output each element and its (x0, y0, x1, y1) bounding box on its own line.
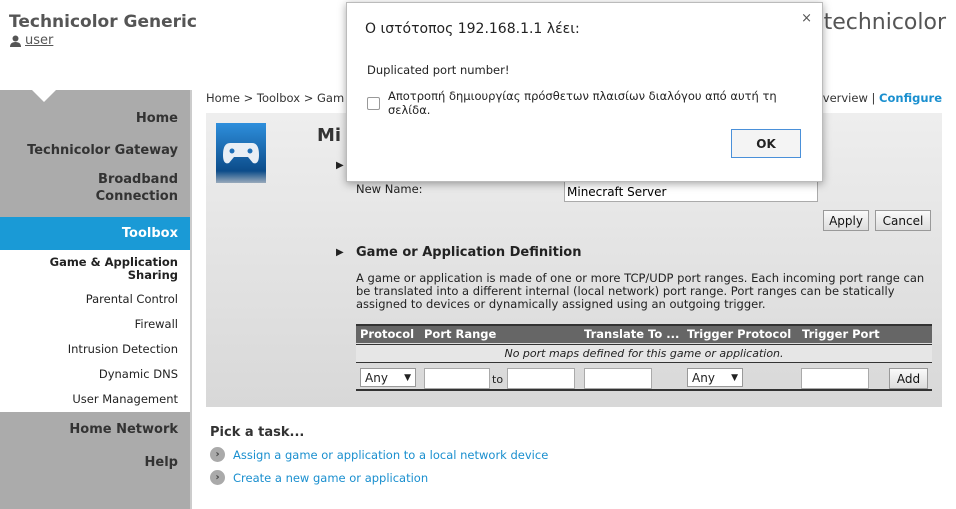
port-map-table: Protocol Port Range Translate To ... Tri… (356, 324, 932, 391)
to-label: to (492, 373, 504, 386)
translate-to-input[interactable] (584, 368, 652, 389)
ok-button[interactable]: OK (731, 129, 801, 158)
trigger-port-input[interactable] (801, 368, 869, 389)
expand-arrow-icon[interactable]: ▶ (336, 160, 344, 171)
task-create[interactable]: › Create a new game or application (210, 470, 428, 485)
dropdown-arrow-icon: ▼ (731, 372, 738, 383)
add-button[interactable]: Add (889, 368, 928, 389)
sidebar-item-technicolor-gateway[interactable]: Technicolor Gateway (0, 135, 190, 165)
checkbox-label: Αποτροπή δημιουργίας πρόσθετων πλαισίων … (387, 89, 777, 117)
dialog-message: Duplicated port number! (367, 63, 510, 77)
user-link[interactable]: user (10, 33, 53, 48)
protocol-value: Any (365, 370, 388, 385)
username[interactable]: user (25, 33, 53, 48)
divider (190, 90, 192, 509)
port-range-start-input[interactable] (424, 368, 490, 389)
port-range-end-input[interactable] (507, 368, 575, 389)
col-trigger-protocol: Trigger Protocol (687, 327, 792, 341)
sidebar-item-help[interactable]: Help (0, 445, 190, 478)
section-arrow-icon: ▶ (336, 247, 344, 258)
sidebar-subitem-game-sharing[interactable]: Game & Application Sharing (0, 250, 190, 287)
protocol-select[interactable]: Any ▼ (360, 368, 416, 387)
trigger-protocol-select[interactable]: Any ▼ (687, 368, 743, 387)
sidebar: Home Technicolor Gateway Broadband Conne… (0, 90, 190, 509)
section-description: A game or application is made of one or … (356, 271, 925, 311)
col-port-range: Port Range (424, 327, 497, 341)
dropdown-arrow-icon: ▼ (404, 372, 411, 383)
cancel-button[interactable]: Cancel (875, 210, 931, 231)
sidebar-subitem-firewall[interactable]: Firewall (0, 312, 190, 337)
user-icon (10, 35, 21, 47)
close-icon[interactable]: × (801, 11, 812, 26)
overview-link[interactable]: verview (823, 91, 868, 105)
sidebar-item-broadband[interactable]: Broadband Connection (0, 165, 190, 217)
new-name-input[interactable] (564, 181, 818, 202)
chevron-right-icon: › (210, 447, 225, 462)
table-header: Protocol Port Range Translate To ... Tri… (356, 326, 932, 343)
separator: | (871, 91, 876, 105)
breadcrumb[interactable]: Home > Toolbox > Gam (206, 91, 344, 105)
new-name-label: New Name: (356, 182, 423, 196)
page-title: Mi (317, 125, 342, 146)
checkbox[interactable] (367, 96, 380, 110)
brand-title: Technicolor Generic (9, 12, 197, 32)
alert-dialog: Ο ιστότοπος 192.168.1.1 λέει: × Duplicat… (346, 2, 823, 182)
pick-task-heading: Pick a task... (210, 425, 305, 440)
col-trigger-port: Trigger Port (802, 327, 880, 341)
empty-message: No port maps defined for this game or ap… (356, 344, 932, 363)
sidebar-subitem-dynamic-dns[interactable]: Dynamic DNS (0, 362, 190, 387)
task-link[interactable]: Create a new game or application (233, 471, 428, 485)
configure-link[interactable]: Configure (879, 91, 942, 105)
technicolor-logo: technicolor (823, 10, 946, 35)
task-assign[interactable]: › Assign a game or application to a local… (210, 447, 548, 462)
dialog-title: Ο ιστότοπος 192.168.1.1 λέει: (365, 21, 580, 37)
chevron-right-icon: › (210, 470, 225, 485)
col-translate-to: Translate To ... (584, 327, 680, 341)
sidebar-subitem-intrusion-detection[interactable]: Intrusion Detection (0, 337, 190, 362)
sidebar-item-home[interactable]: Home (0, 90, 190, 135)
view-switch: verview | Configure (823, 91, 942, 105)
apply-button[interactable]: Apply (823, 210, 869, 231)
section-title: Game or Application Definition (356, 245, 582, 260)
trigger-protocol-value: Any (692, 370, 715, 385)
sidebar-notch (32, 90, 56, 102)
task-link[interactable]: Assign a game or application to a local … (233, 448, 548, 462)
sidebar-subitem-user-management[interactable]: User Management (0, 387, 190, 412)
gamepad-icon (216, 123, 266, 183)
sidebar-item-home-network[interactable]: Home Network (0, 412, 190, 445)
col-protocol: Protocol (360, 327, 415, 341)
sidebar-subitem-parental-control[interactable]: Parental Control (0, 287, 190, 312)
sidebar-item-toolbox[interactable]: Toolbox (0, 217, 190, 250)
suppress-dialogs-checkbox[interactable]: Αποτροπή δημιουργίας πρόσθετων πλαισίων … (367, 89, 822, 117)
